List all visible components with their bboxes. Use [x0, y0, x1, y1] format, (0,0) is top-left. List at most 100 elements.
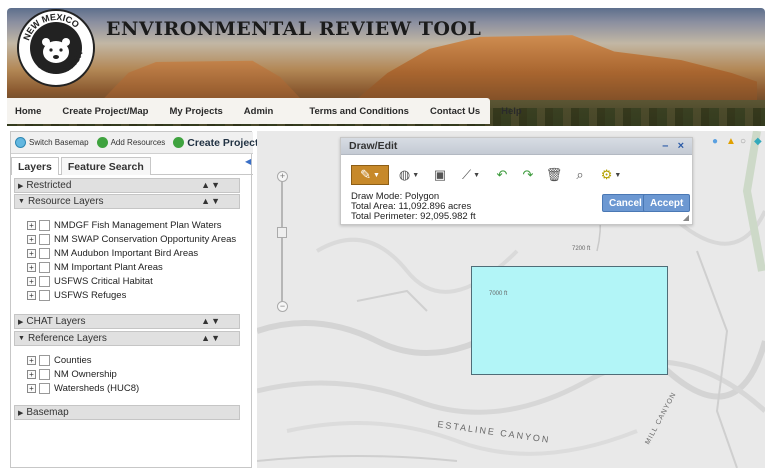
sort-arrows-icon[interactable]: ▲▼ [201, 333, 221, 343]
layer-item[interactable]: + NMDGF Fish Management Plan Waters [27, 220, 222, 231]
expand-plus-icon[interactable]: + [27, 249, 36, 258]
layer-item[interactable]: + USFWS Critical Habitat [27, 276, 153, 287]
draw-edit-title: Draw/Edit [349, 140, 398, 152]
expand-plus-icon[interactable]: + [27, 277, 36, 286]
folder-icon[interactable]: ▣ [429, 165, 451, 185]
nav-create-project[interactable]: Create Project/Map [62, 106, 148, 117]
expand-icon: ▶ [18, 182, 24, 190]
layer-checkbox[interactable] [39, 262, 50, 273]
section-label: Resource Layers [27, 196, 104, 207]
contour-label: 7200 ft [572, 246, 591, 252]
settings-icon[interactable]: ⚙ ▼ [595, 165, 627, 185]
layer-item[interactable]: + Counties [27, 355, 92, 366]
close-icon[interactable]: × [678, 140, 684, 152]
expand-plus-icon[interactable]: + [27, 356, 36, 365]
window-controls: – × [662, 140, 684, 152]
layer-item[interactable]: + Watersheds (HUC8) [27, 383, 139, 394]
tab-feature-search[interactable]: Feature Search [60, 157, 151, 175]
nav-help[interactable]: Help [501, 106, 522, 117]
cancel-button[interactable]: Cancel [602, 194, 649, 212]
layer-checkbox[interactable] [39, 355, 50, 366]
layer-item[interactable]: + NM Audubon Important Bird Areas [27, 248, 198, 259]
redo-icon[interactable]: ↷ [517, 165, 539, 185]
layer-item[interactable]: + USFWS Refuges [27, 290, 126, 301]
layer-checkbox[interactable] [39, 290, 50, 301]
zoom-in-icon[interactable]: + [277, 171, 288, 182]
section-restricted[interactable]: ▶ Restricted ▲▼ [14, 178, 240, 193]
clear-icon[interactable]: ◍ ▼ [393, 165, 425, 185]
draw-info: Draw Mode: Polygon Total Area: 11,092.89… [351, 192, 476, 222]
section-reference-layers[interactable]: ▼ Reference Layers ▲▼ [14, 331, 240, 346]
layer-label: NM Audubon Important Bird Areas [54, 248, 199, 259]
section-resource-layers[interactable]: ▼ Resource Layers ▲▼ [14, 194, 240, 209]
tab-layers[interactable]: Layers [11, 157, 59, 175]
sort-arrows-icon[interactable]: ▲▼ [201, 180, 221, 190]
drawn-polygon[interactable] [471, 266, 668, 375]
layer-label: USFWS Refuges [54, 290, 127, 301]
layer-label: Watersheds (HUC8) [54, 383, 140, 394]
layer-checkbox[interactable] [39, 369, 50, 380]
layer-label: NMDGF Fish Management Plan Waters [54, 220, 222, 231]
nav-home[interactable]: Home [15, 106, 41, 117]
layer-label: USFWS Critical Habitat [54, 276, 153, 287]
sort-arrows-icon[interactable]: ▲▼ [201, 316, 221, 326]
app-title: ENVIRONMENTAL REVIEW TOOL [106, 18, 482, 40]
layer-item[interactable]: + NM SWAP Conservation Opportunity Areas [27, 234, 236, 245]
measure-icon[interactable]: ▲ [726, 136, 738, 148]
layer-item[interactable]: + NM Important Plant Areas [27, 262, 163, 273]
layer-label: NM Ownership [54, 369, 117, 380]
switch-basemap-button[interactable]: Switch Basemap [15, 137, 89, 148]
expand-plus-icon[interactable]: + [27, 370, 36, 379]
locate-icon[interactable]: ◆ [754, 136, 765, 148]
undo-icon[interactable]: ↶ [491, 165, 513, 185]
collapse-panel-icon[interactable]: ◀ [245, 157, 251, 166]
add-resources-label: Add Resources [110, 138, 166, 147]
zoom-slider-handle[interactable] [277, 227, 287, 238]
zoom-icon[interactable]: ⌕ [569, 165, 591, 185]
layer-item[interactable]: + NM Ownership [27, 369, 117, 380]
expand-plus-icon[interactable]: + [27, 221, 36, 230]
layers-panel: Switch Basemap Add Resources Create Proj… [10, 131, 259, 468]
total-perimeter: Total Perimeter: 92,095.982 ft [351, 211, 476, 222]
layer-checkbox[interactable] [39, 276, 50, 287]
expand-plus-icon[interactable]: + [27, 291, 36, 300]
search-map-icon[interactable]: ○ [740, 136, 752, 148]
nav-my-projects[interactable]: My Projects [169, 106, 222, 117]
info-icon[interactable]: ● [712, 136, 724, 148]
resize-grip-icon[interactable]: ◢ [683, 213, 689, 222]
create-project-label: Create Project [187, 136, 259, 149]
draw-toolbar: ✎ ▼ ◍ ▼ ▣ ⟋ ▼ ↶ ↷ 🗑 ⌕ ⚙ ▼ [351, 164, 631, 186]
create-project-button[interactable]: Create Project [173, 136, 259, 149]
measure-icon[interactable]: ⟋ ▼ [455, 165, 487, 185]
sort-arrows-icon[interactable]: ▲▼ [201, 196, 221, 206]
section-chat-layers[interactable]: ▶ CHAT Layers ▲▼ [14, 314, 240, 329]
section-label: Reference Layers [27, 333, 107, 344]
accept-button[interactable]: Accept [643, 194, 691, 212]
expand-plus-icon[interactable]: + [27, 263, 36, 272]
collapse-icon: ▼ [18, 198, 25, 205]
nav-admin[interactable]: Admin [244, 106, 274, 117]
pencil-icon[interactable]: ✎ ▼ [351, 165, 389, 185]
expand-plus-icon[interactable]: + [27, 384, 36, 393]
add-resources-button[interactable]: Add Resources [96, 137, 166, 148]
trash-icon[interactable]: 🗑 [543, 165, 565, 185]
layer-checkbox[interactable] [39, 248, 50, 259]
layer-label: NM Important Plant Areas [54, 262, 163, 273]
collapse-icon: ▼ [18, 335, 25, 342]
nav-terms[interactable]: Terms and Conditions [309, 106, 409, 117]
layer-checkbox[interactable] [39, 220, 50, 231]
panel-tabs: Layers Feature Search [11, 157, 253, 175]
nmgf-logo: NEW MEXICO GAME & FISH [17, 9, 95, 87]
nav-contact[interactable]: Contact Us [430, 106, 480, 117]
zoom-slider-track[interactable] [281, 176, 283, 306]
map-tools: ● ▲ ○ ◆ [712, 136, 765, 148]
expand-plus-icon[interactable]: + [27, 235, 36, 244]
draw-edit-header[interactable]: Draw/Edit – × [341, 138, 692, 155]
minimize-icon[interactable]: – [662, 140, 668, 152]
layer-checkbox[interactable] [39, 383, 50, 394]
switch-basemap-label: Switch Basemap [29, 138, 89, 147]
layer-checkbox[interactable] [39, 234, 50, 245]
section-basemap[interactable]: ▶ Basemap [14, 405, 240, 420]
section-label: CHAT Layers [26, 316, 86, 327]
zoom-out-icon[interactable]: − [277, 301, 288, 312]
